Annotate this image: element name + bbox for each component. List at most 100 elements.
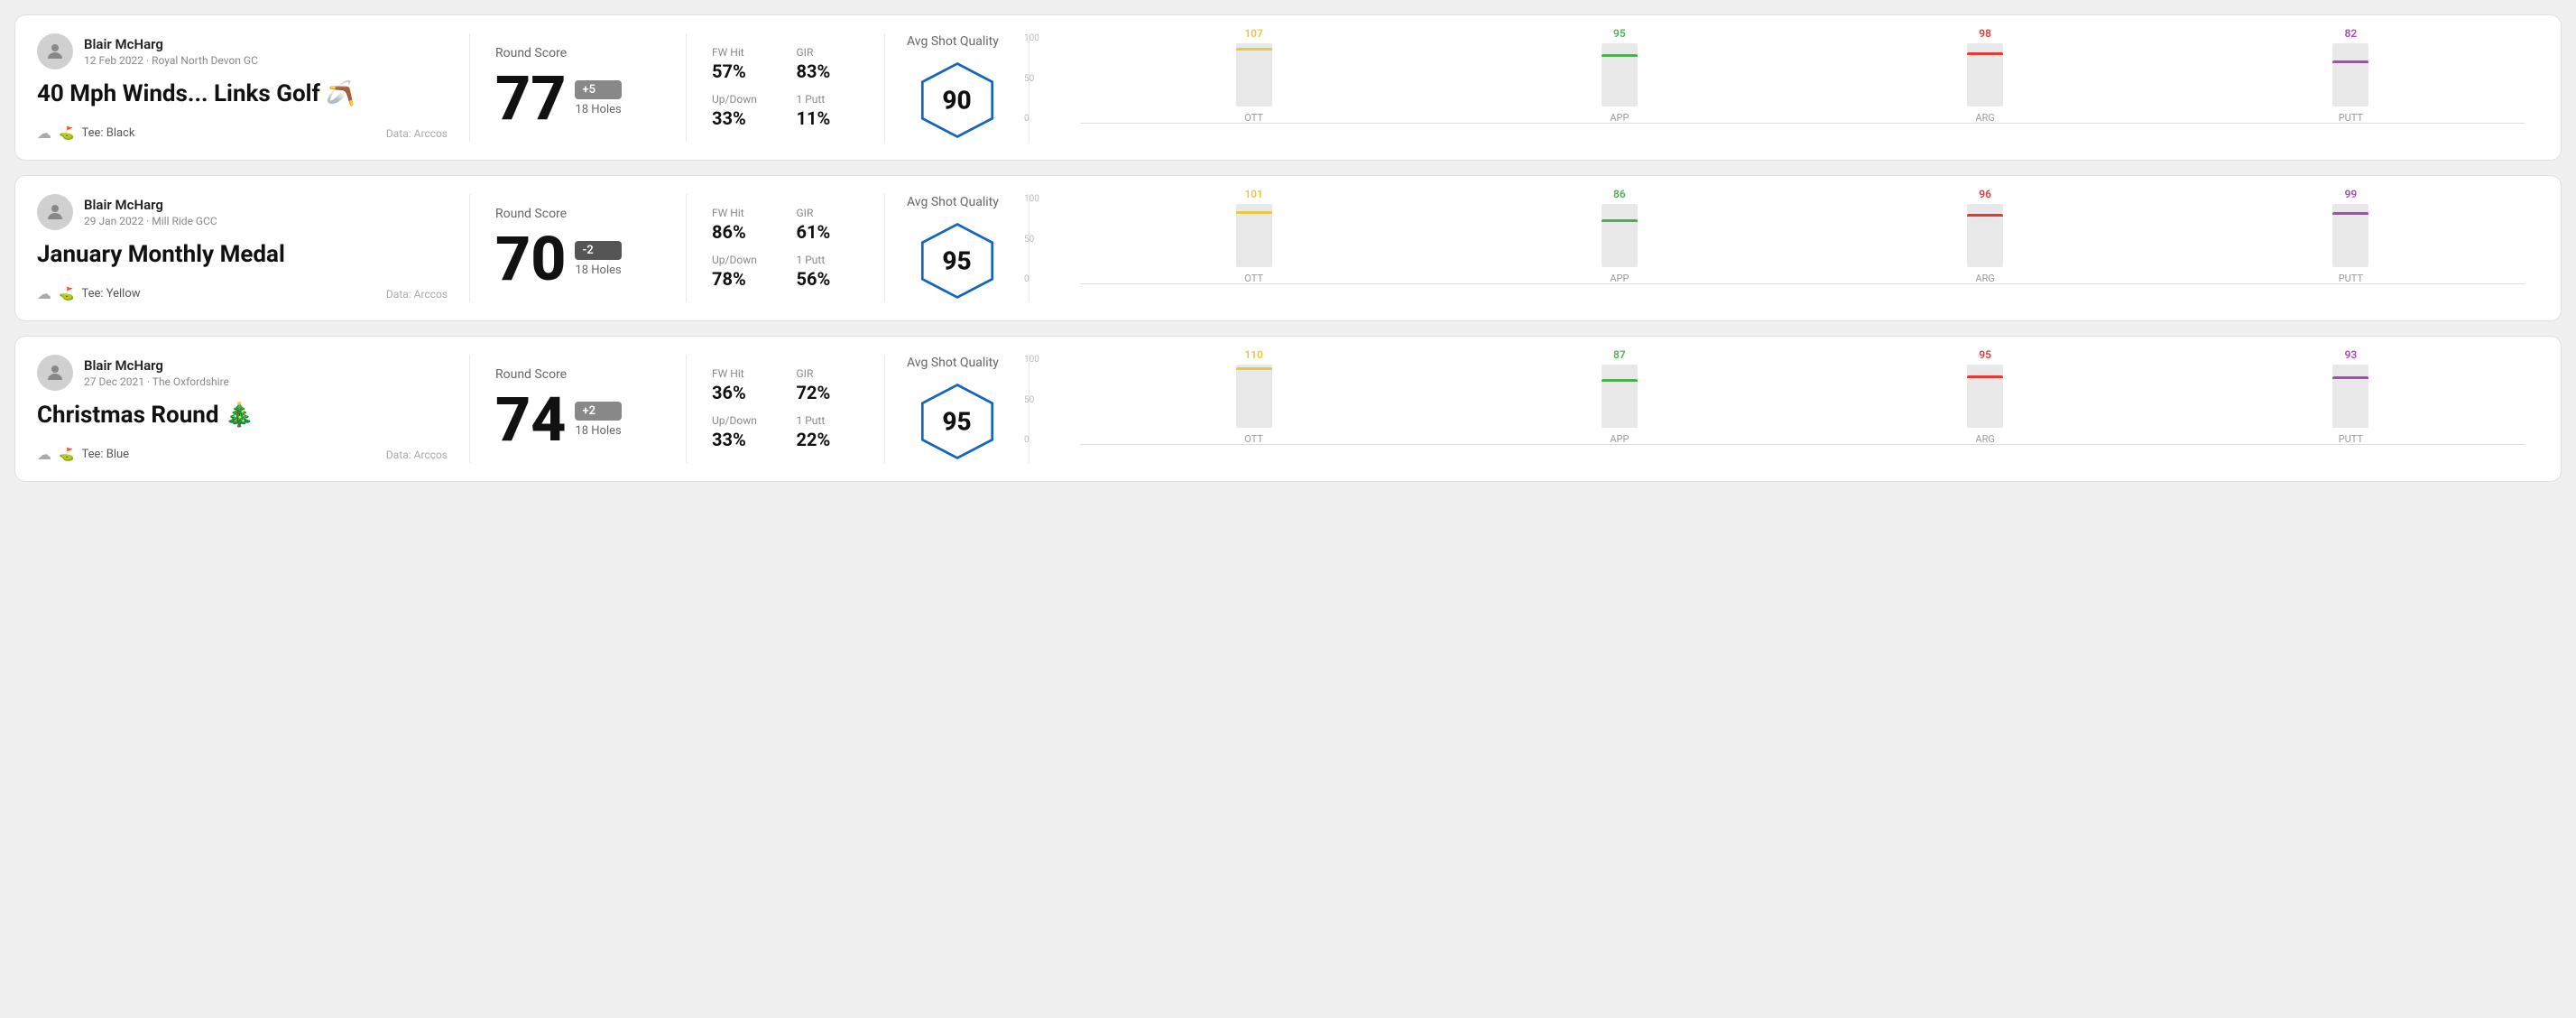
stat-label-one-putt: 1 Putt bbox=[797, 93, 860, 106]
hexagon-container: 95 bbox=[917, 381, 998, 462]
quality-label: Avg Shot Quality bbox=[907, 34, 999, 49]
bar-axis-label: PUTT bbox=[2339, 112, 2363, 124]
user-info: Blair McHarg12 Feb 2022 · Royal North De… bbox=[84, 36, 258, 67]
bar-bg bbox=[1602, 365, 1638, 428]
bar-bg bbox=[2332, 43, 2368, 106]
stat-gir: GIR 83% bbox=[797, 46, 860, 82]
y-label: 100 bbox=[1024, 355, 1039, 365]
bar-bg bbox=[1967, 43, 2003, 106]
bar-fill bbox=[1236, 211, 1272, 214]
bar-group-putt: 82PUTT bbox=[2177, 27, 2525, 124]
holes-label: 18 Holes bbox=[575, 103, 621, 116]
y-label: 0 bbox=[1024, 435, 1039, 445]
bar-value-label: 86 bbox=[1613, 188, 1626, 200]
quality-section: Avg Shot Quality 95 bbox=[885, 194, 1029, 302]
stat-value-fw-hit: 86% bbox=[712, 221, 775, 243]
stat-gir: GIR 72% bbox=[797, 367, 860, 403]
bar-group-ott: 110OTT bbox=[1080, 348, 1427, 445]
left-section: Blair McHarg12 Feb 2022 · Royal North De… bbox=[37, 33, 470, 142]
bar-wrapper bbox=[1967, 43, 2003, 106]
y-axis: 100500 bbox=[1024, 194, 1039, 284]
stat-up-down: Up/Down 33% bbox=[712, 93, 775, 129]
bar-value-label: 98 bbox=[1979, 27, 1991, 40]
bar-fill bbox=[1602, 219, 1638, 222]
bar-group-arg: 96ARG bbox=[1812, 188, 2159, 284]
bar-axis-label: ARG bbox=[1975, 273, 1994, 284]
score-row: 77+518 Holes bbox=[495, 68, 660, 129]
bar-group-putt: 99PUTT bbox=[2177, 188, 2525, 284]
stats-section: FW Hit 57%GIR 83%Up/Down 33%1 Putt 11% bbox=[687, 33, 885, 142]
stat-value-gir: 83% bbox=[797, 60, 860, 82]
stat-label-gir: GIR bbox=[797, 207, 860, 219]
stat-value-fw-hit: 36% bbox=[712, 382, 775, 403]
score-number: 77 bbox=[495, 68, 566, 129]
stat-value-up-down: 33% bbox=[712, 429, 775, 450]
data-source: Data: Arccos bbox=[386, 288, 448, 301]
holes-label: 18 Holes bbox=[575, 424, 621, 438]
bar-axis-label: OTT bbox=[1244, 273, 1263, 284]
bar-group-app: 95APP bbox=[1445, 27, 1793, 124]
bar-wrapper bbox=[1602, 204, 1638, 267]
bar-bg bbox=[1236, 365, 1272, 428]
bar-wrapper bbox=[1236, 43, 1272, 106]
bar-axis-label: OTT bbox=[1244, 433, 1263, 445]
bar-group-app: 86APP bbox=[1445, 188, 1793, 284]
bar-group-arg: 98ARG bbox=[1812, 27, 2159, 124]
quality-label: Avg Shot Quality bbox=[907, 195, 999, 209]
bar-group-arg: 95ARG bbox=[1812, 348, 2159, 445]
bar-wrapper bbox=[1967, 365, 2003, 428]
y-label: 50 bbox=[1024, 74, 1039, 84]
tee-info: ☁ ⛳ Tee: Blue bbox=[37, 446, 129, 463]
chart-section: 100500110OTT87APP95ARG93PUTT bbox=[1029, 355, 2539, 463]
avatar bbox=[37, 355, 73, 391]
bar-bg bbox=[2332, 204, 2368, 267]
stat-label-gir: GIR bbox=[797, 46, 860, 59]
stat-label-up-down: Up/Down bbox=[712, 93, 775, 106]
bar-group-ott: 101OTT bbox=[1080, 188, 1427, 284]
holes-label: 18 Holes bbox=[575, 264, 621, 277]
bar-fill bbox=[2332, 60, 2368, 63]
bar-value-label: 93 bbox=[2345, 348, 2358, 361]
chart-section: 100500101OTT86APP96ARG99PUTT bbox=[1029, 194, 2539, 302]
stat-one-putt: 1 Putt 22% bbox=[797, 414, 860, 450]
stats-section: FW Hit 36% GIR 72% Up/Down 33% 1 Putt 22% bbox=[687, 355, 885, 463]
stat-gir: GIR 61% bbox=[797, 207, 860, 243]
score-row: 74+218 Holes bbox=[495, 389, 660, 450]
quality-score: 90 bbox=[942, 86, 971, 116]
round-title: 40 Mph Winds... Links Golf 🪃 bbox=[37, 80, 448, 108]
stat-value-gir: 72% bbox=[797, 382, 860, 403]
round-meta: 27 Dec 2021 · The Oxfordshire bbox=[84, 375, 229, 388]
stat-fw-hit: FW Hit 36% bbox=[712, 367, 775, 403]
bar-fill bbox=[1236, 48, 1272, 51]
bar-group-app: 87APP bbox=[1445, 348, 1793, 445]
y-label: 100 bbox=[1024, 194, 1039, 204]
stat-value-up-down: 33% bbox=[712, 107, 775, 129]
bar-bg bbox=[1967, 365, 2003, 428]
bar-wrapper bbox=[1236, 204, 1272, 267]
y-label: 50 bbox=[1024, 235, 1039, 245]
stat-up-down: Up/Down 33% bbox=[712, 414, 775, 450]
score-detail: +518 Holes bbox=[575, 80, 621, 116]
weather-icon: ☁ bbox=[37, 125, 51, 142]
stat-fw-hit: FW Hit 57% bbox=[712, 46, 775, 82]
score-section: Round Score74+218 Holes bbox=[470, 355, 687, 463]
stat-label-fw-hit: FW Hit bbox=[712, 367, 775, 380]
bar-wrapper bbox=[1602, 43, 1638, 106]
y-label: 0 bbox=[1024, 114, 1039, 124]
bar-chart: 110OTT87APP95ARG93PUTT bbox=[1080, 355, 2525, 463]
stat-fw-hit: FW Hit 86% bbox=[712, 207, 775, 243]
bar-axis-label: APP bbox=[1610, 112, 1629, 124]
bar-bg bbox=[1602, 43, 1638, 106]
score-badge: -2 bbox=[575, 241, 621, 260]
stat-label-one-putt: 1 Putt bbox=[797, 254, 860, 266]
stat-up-down: Up/Down 78% bbox=[712, 254, 775, 290]
tee-label: Tee: Yellow bbox=[81, 287, 140, 301]
user-header: Blair McHarg27 Dec 2021 · The Oxfordshir… bbox=[37, 355, 448, 391]
bar-wrapper bbox=[2332, 365, 2368, 428]
quality-score: 95 bbox=[942, 407, 971, 437]
bar-value-label: 107 bbox=[1244, 27, 1263, 40]
bar-axis-label: PUTT bbox=[2339, 433, 2363, 445]
user-name: Blair McHarg bbox=[84, 36, 258, 52]
avatar bbox=[37, 33, 73, 69]
tee-label: Tee: Blue bbox=[81, 448, 129, 461]
